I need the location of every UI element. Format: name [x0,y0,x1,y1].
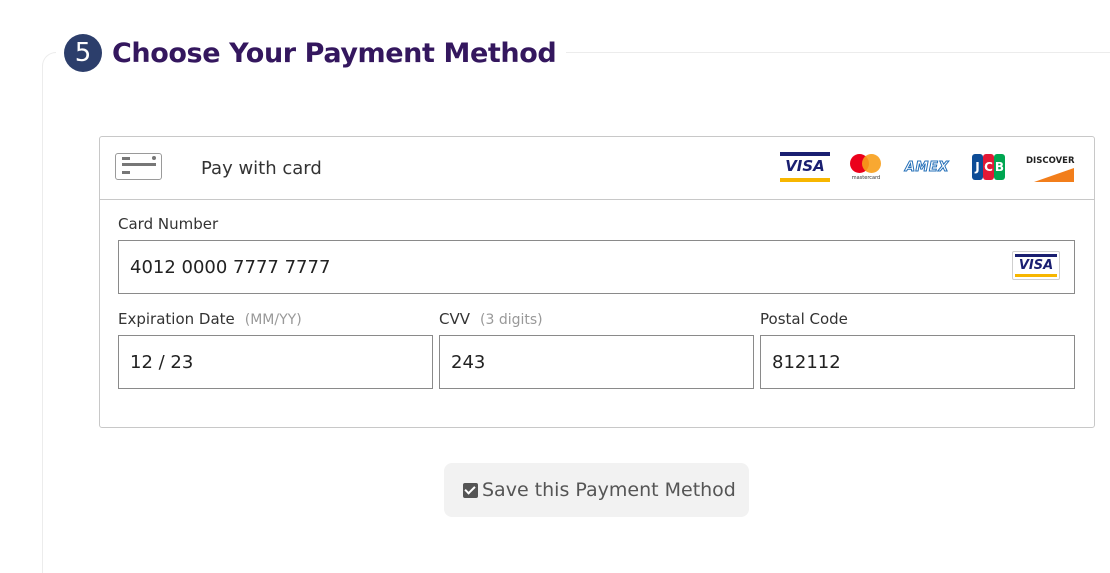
amex-icon: AMEX [905,160,949,176]
postal-code-input[interactable]: 812112 [760,335,1075,389]
pay-with-card-label: Pay with card [201,158,322,179]
card-number-input[interactable]: 4012 0000 7777 7777 VISA [118,240,1075,294]
visa-icon: VISA [780,152,830,182]
section-title: Choose Your Payment Method [112,37,557,69]
save-payment-method-button[interactable]: Save this Payment Method [444,463,749,517]
jcb-icon: J C B [972,154,1005,180]
card-number-label: Card Number [118,215,219,233]
expiration-date-label: Expiration Date (MM/YY) [118,310,302,328]
expiration-hint: (MM/YY) [244,312,302,328]
step-number-badge: 5 [64,34,102,72]
discover-icon: DISCOVER [1026,154,1075,182]
cvv-label: CVV (3 digits) [439,310,543,328]
credit-card-icon [115,153,162,180]
cvv-input[interactable]: 243 [439,335,754,389]
card-panel-header: Pay with card VISA mastercard AMEX J C B… [100,137,1094,200]
card-payment-panel: Pay with card VISA mastercard AMEX J C B… [99,136,1095,428]
expiration-date-input[interactable]: 12 / 23 [118,335,433,389]
save-payment-label: Save this Payment Method [482,479,736,501]
section-header: 5 Choose Your Payment Method [56,30,567,76]
save-payment-checkbox[interactable] [463,482,478,498]
card-brand-visa-icon: VISA [1012,251,1060,280]
postal-code-label: Postal Code [760,310,848,328]
cvv-hint: (3 digits) [480,312,543,328]
mastercard-icon: mastercard [848,154,884,186]
